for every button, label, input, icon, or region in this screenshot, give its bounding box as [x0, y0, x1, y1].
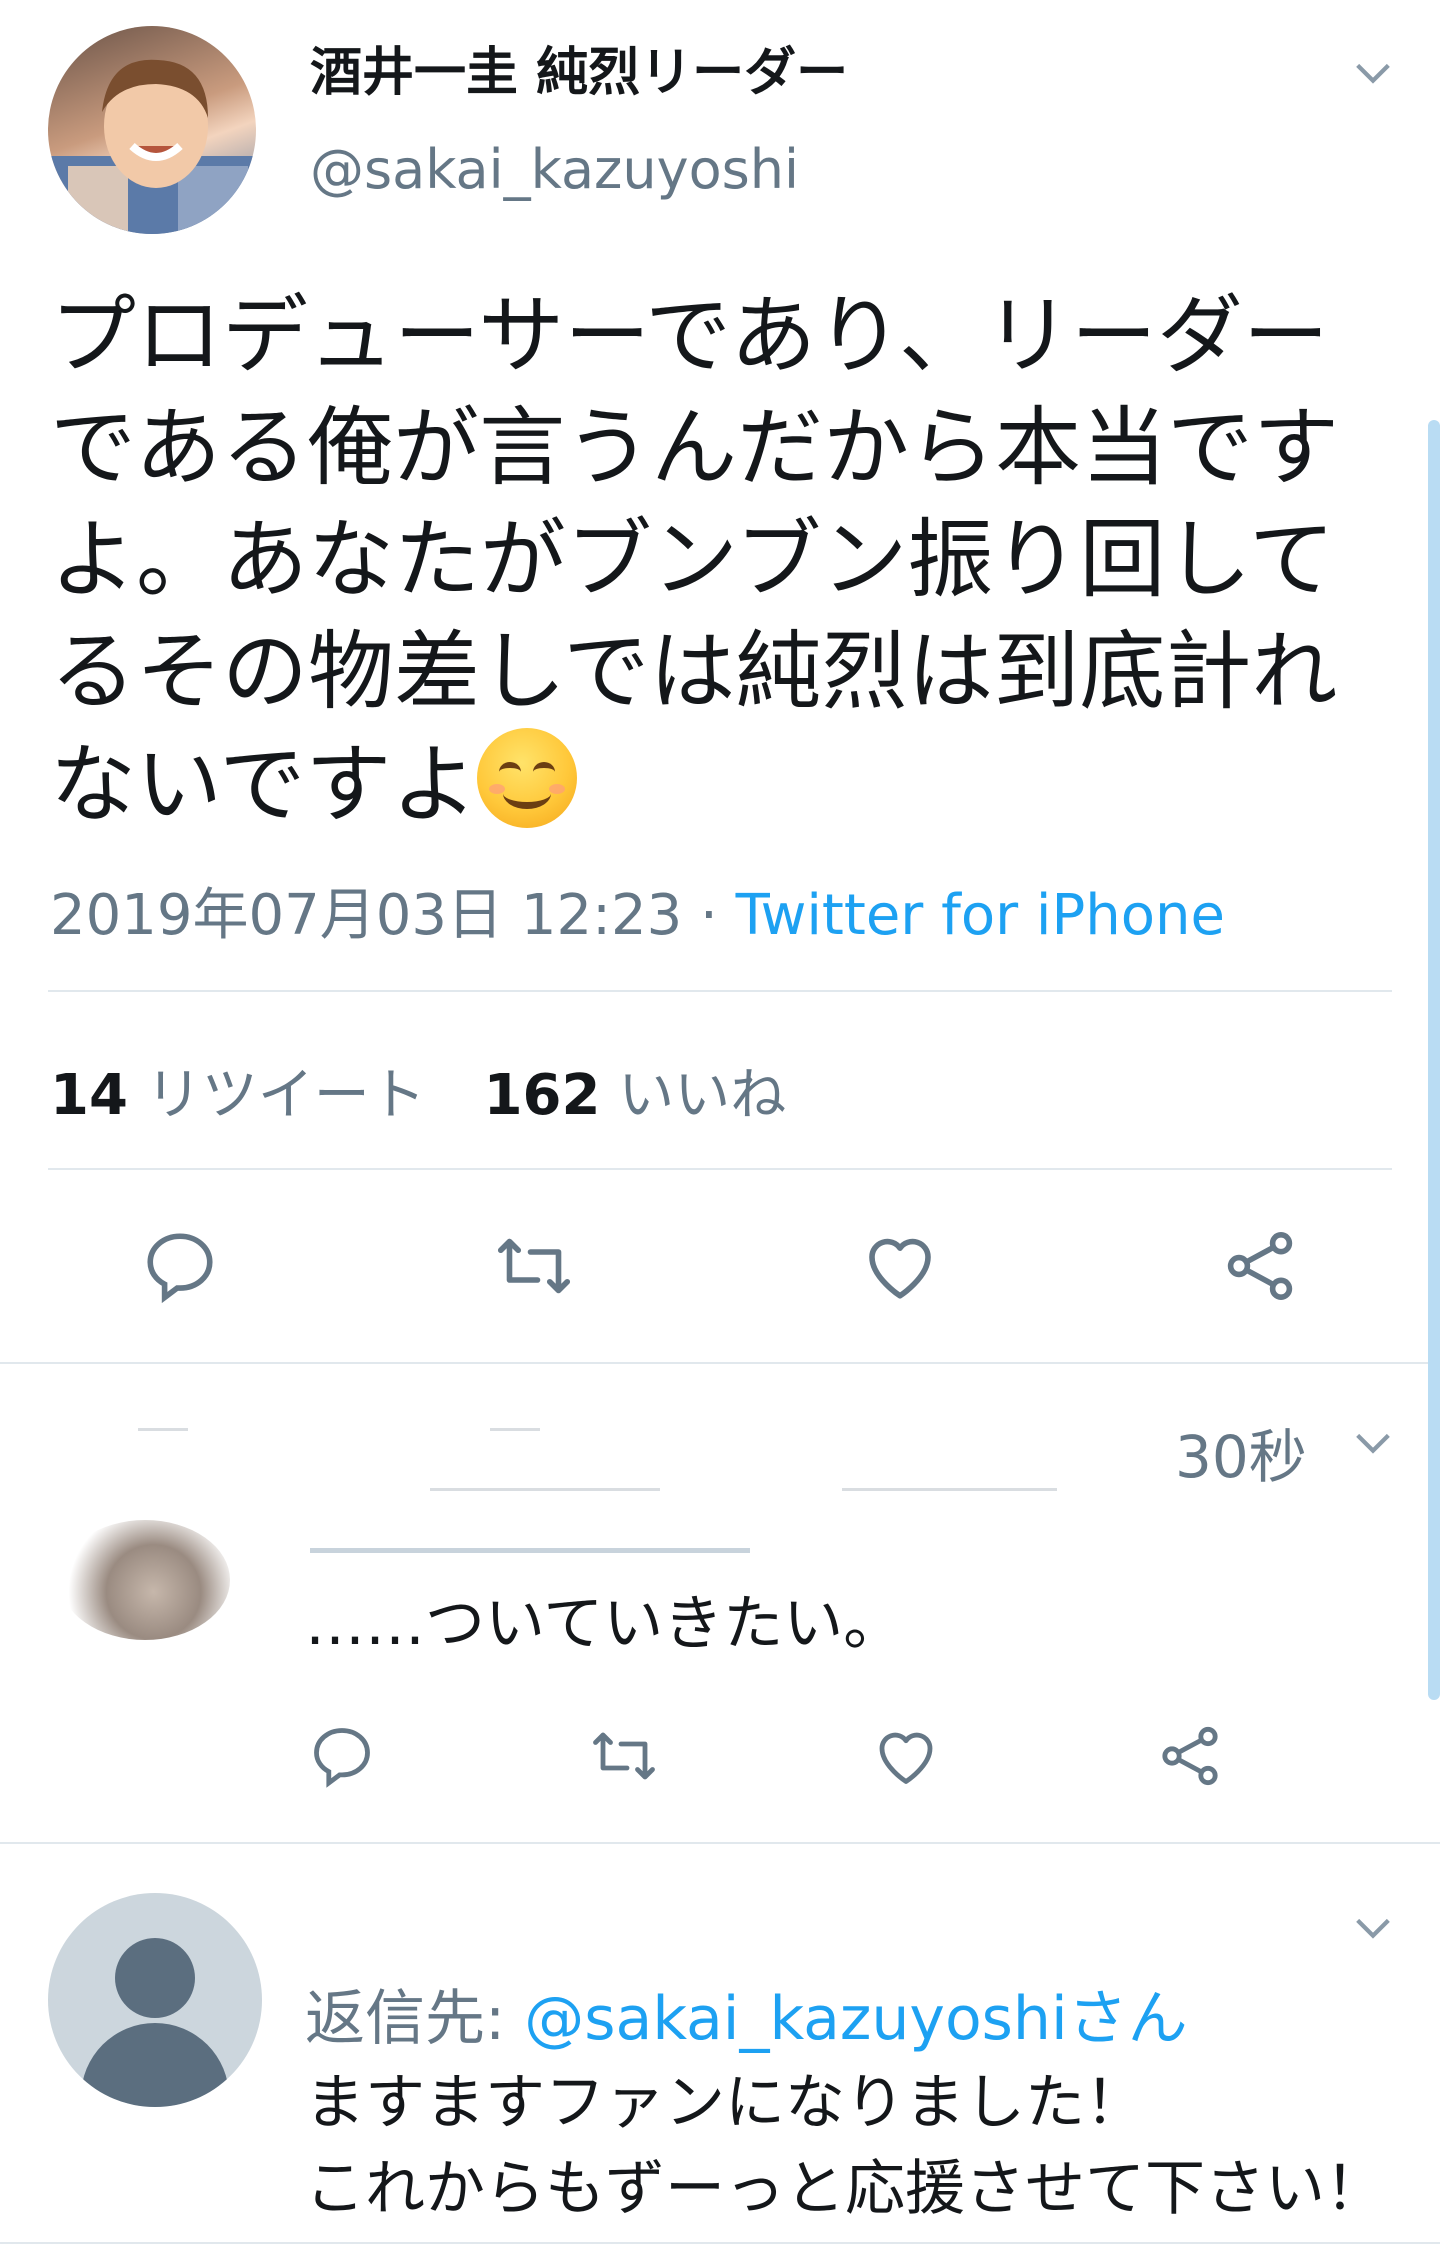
share-icon[interactable]: [1218, 1224, 1302, 1308]
chevron-down-icon[interactable]: [1350, 50, 1396, 96]
tweet-source-link[interactable]: Twitter for iPhone: [736, 883, 1225, 948]
tweet-datetime: 2019年07月03日 12:23: [50, 883, 683, 948]
reply-timestamp: 30秒: [1175, 1423, 1307, 1491]
reply-text: ますますファンになりました！ これからもずーっと応援させて下さい！: [305, 2068, 1385, 2224]
chevron-down-icon[interactable]: [1350, 1420, 1396, 1466]
retweet-count[interactable]: 14: [50, 1063, 128, 1128]
scrollbar[interactable]: [1428, 420, 1440, 1700]
author-avatar[interactable]: [48, 26, 256, 234]
reply-to-mention[interactable]: @sakai_kazuyoshiさん: [524, 1984, 1187, 2054]
divider: [48, 990, 1392, 992]
divider: [0, 2242, 1440, 2244]
like-label[interactable]: いいね: [618, 1063, 786, 1128]
reply-avatar[interactable]: [60, 1520, 230, 1640]
divider: [0, 1362, 1440, 1364]
divider: [48, 1168, 1392, 1170]
engagement-stats: 14 リツイート 162 いいね: [50, 1050, 826, 1131]
share-icon[interactable]: [1154, 1720, 1226, 1792]
like-icon[interactable]: [870, 1720, 942, 1792]
author-display-name[interactable]: 酒井一圭 純烈リーダー: [310, 30, 848, 105]
divider: [0, 1842, 1440, 1844]
redacted-mark: [430, 1488, 660, 1491]
retweet-icon[interactable]: [492, 1224, 576, 1308]
retweet-label[interactable]: リツイート: [146, 1063, 426, 1128]
tweet-text: プロデューサーであり、リーダーである俺が言うんだから本当ですよ。あなたがブンブン…: [50, 280, 1370, 841]
redacted-mark: [490, 1428, 540, 1431]
tweet-body: プロデューサーであり、リーダーである俺が言うんだから本当ですよ。あなたがブンブン…: [50, 286, 1340, 835]
redacted-mark: [842, 1488, 1057, 1491]
default-avatar-icon[interactable]: [48, 1893, 262, 2107]
meta-separator: ·: [682, 883, 736, 948]
like-count[interactable]: 162: [484, 1063, 601, 1128]
reply-text: ……ついていきたい。: [305, 1589, 904, 1659]
reply-icon[interactable]: [138, 1224, 222, 1308]
author-handle[interactable]: @sakai_kazuyoshi: [310, 138, 799, 201]
reply-icon[interactable]: [306, 1720, 378, 1792]
like-icon[interactable]: [858, 1224, 942, 1308]
retweet-icon[interactable]: [588, 1720, 660, 1792]
smiling-face-emoji-icon: [477, 728, 578, 828]
reply-to-prefix: 返信先:: [305, 1984, 525, 2054]
tweet-meta: 2019年07月03日 12:23 · Twitter for iPhone: [50, 870, 1225, 951]
chevron-down-icon[interactable]: [1350, 1905, 1396, 1951]
reply-to-line: 返信先: @sakai_kazuyoshiさん: [305, 1970, 1188, 2057]
redacted-mark: [310, 1548, 750, 1553]
redacted-mark: [138, 1428, 188, 1431]
